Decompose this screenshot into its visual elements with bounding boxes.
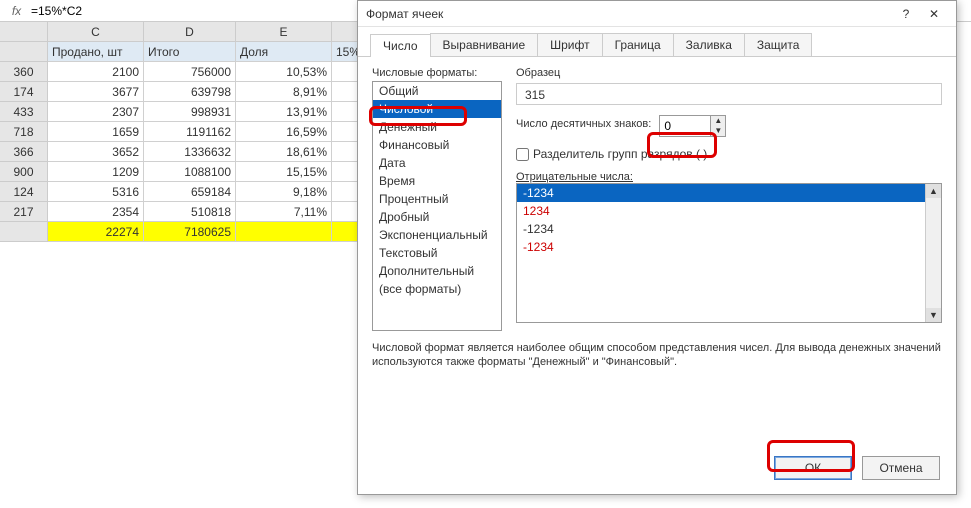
cell[interactable]: 18,61% bbox=[236, 142, 332, 162]
cell[interactable]: 22274 bbox=[48, 222, 144, 242]
format-cells-dialog: Формат ячеек ? ✕ Число Выравнивание Шриф… bbox=[357, 0, 957, 495]
cell[interactable]: 9,18% bbox=[236, 182, 332, 202]
cat-date[interactable]: Дата bbox=[373, 154, 501, 172]
tab-protection[interactable]: Защита bbox=[744, 33, 813, 56]
negative-numbers-list[interactable]: -1234 1234 -1234 -1234 ▲ ▼ bbox=[516, 183, 942, 323]
cell[interactable]: 15,15% bbox=[236, 162, 332, 182]
tab-font[interactable]: Шрифт bbox=[537, 33, 602, 56]
scrollbar[interactable]: ▲ ▼ bbox=[925, 184, 941, 322]
cell[interactable]: 5316 bbox=[48, 182, 144, 202]
cell[interactable]: 1336632 bbox=[144, 142, 236, 162]
cell[interactable]: 756000 bbox=[144, 62, 236, 82]
row-head[interactable]: 433 bbox=[0, 102, 48, 122]
row-head[interactable]: 174 bbox=[0, 82, 48, 102]
cell[interactable] bbox=[236, 222, 332, 242]
scroll-down-icon[interactable]: ▼ bbox=[926, 308, 941, 322]
help-button[interactable]: ? bbox=[892, 4, 920, 24]
select-all-corner[interactable] bbox=[0, 22, 48, 42]
dialog-tabstrip: Число Выравнивание Шрифт Граница Заливка… bbox=[358, 27, 956, 57]
decimals-label: Число десятичных знаков: bbox=[516, 118, 651, 130]
row-head[interactable]: 366 bbox=[0, 142, 48, 162]
neg-item[interactable]: -1234 bbox=[517, 220, 941, 238]
dialog-titlebar[interactable]: Формат ячеек ? ✕ bbox=[358, 1, 956, 27]
ok-button[interactable]: ОК bbox=[774, 456, 852, 480]
cat-special[interactable]: Дополнительный bbox=[373, 262, 501, 280]
cell[interactable]: 1209 bbox=[48, 162, 144, 182]
cat-time[interactable]: Время bbox=[373, 172, 501, 190]
fx-icon[interactable]: fx bbox=[0, 4, 25, 18]
cat-percent[interactable]: Процентный bbox=[373, 190, 501, 208]
spin-up-icon[interactable]: ▲ bbox=[711, 116, 725, 126]
neg-item[interactable]: -1234 bbox=[517, 184, 941, 202]
cell[interactable]: 1659 bbox=[48, 122, 144, 142]
tab-alignment[interactable]: Выравнивание bbox=[430, 33, 539, 56]
category-list[interactable]: Общий Числовой Денежный Финансовый Дата … bbox=[372, 81, 502, 331]
cell[interactable]: 510818 bbox=[144, 202, 236, 222]
cell[interactable]: 3677 bbox=[48, 82, 144, 102]
col-e-header[interactable]: E bbox=[236, 22, 332, 42]
cat-fraction[interactable]: Дробный bbox=[373, 208, 501, 226]
cell[interactable]: 2307 bbox=[48, 102, 144, 122]
decimals-spinner[interactable]: ▲ ▼ bbox=[659, 115, 726, 137]
cat-custom[interactable]: (все форматы) bbox=[373, 280, 501, 298]
row-head[interactable] bbox=[0, 222, 48, 242]
col-d-header[interactable]: D bbox=[144, 22, 236, 42]
cell[interactable]: 16,59% bbox=[236, 122, 332, 142]
cell[interactable]: 659184 bbox=[144, 182, 236, 202]
cell[interactable]: 2100 bbox=[48, 62, 144, 82]
cat-accounting[interactable]: Финансовый bbox=[373, 136, 501, 154]
dialog-title: Формат ячеек bbox=[366, 7, 892, 21]
format-description: Числовой формат является наиболее общим … bbox=[358, 341, 956, 370]
cell[interactable]: 13,91% bbox=[236, 102, 332, 122]
row-head[interactable]: 718 bbox=[0, 122, 48, 142]
cell[interactable]: 10,53% bbox=[236, 62, 332, 82]
cat-text[interactable]: Текстовый bbox=[373, 244, 501, 262]
cell[interactable]: 998931 bbox=[144, 102, 236, 122]
row-head[interactable]: 124 bbox=[0, 182, 48, 202]
decimals-input[interactable] bbox=[660, 117, 710, 135]
sample-value: 315 bbox=[516, 83, 942, 105]
cell[interactable]: 3652 bbox=[48, 142, 144, 162]
tab-border[interactable]: Граница bbox=[602, 33, 674, 56]
cell[interactable]: Доля bbox=[236, 42, 332, 62]
cell[interactable]: Итого bbox=[144, 42, 236, 62]
thousands-separator-checkbox[interactable] bbox=[516, 148, 529, 161]
col-c-header[interactable]: C bbox=[48, 22, 144, 42]
cell[interactable]: 7180625 bbox=[144, 222, 236, 242]
cell[interactable]: 1191162 bbox=[144, 122, 236, 142]
category-label: Числовые форматы: bbox=[372, 67, 502, 79]
row-head[interactable]: 217 bbox=[0, 202, 48, 222]
spin-down-icon[interactable]: ▼ bbox=[711, 126, 725, 136]
sample-label: Образец bbox=[516, 67, 942, 79]
cat-scientific[interactable]: Экспоненциальный bbox=[373, 226, 501, 244]
cat-number[interactable]: Числовой bbox=[373, 100, 501, 118]
tab-fill[interactable]: Заливка bbox=[673, 33, 745, 56]
cell[interactable]: 7,11% bbox=[236, 202, 332, 222]
cancel-button[interactable]: Отмена bbox=[862, 456, 940, 480]
cell[interactable]: 2354 bbox=[48, 202, 144, 222]
neg-item[interactable]: 1234 bbox=[517, 202, 941, 220]
cell[interactable]: 639798 bbox=[144, 82, 236, 102]
scroll-up-icon[interactable]: ▲ bbox=[926, 184, 941, 198]
close-button[interactable]: ✕ bbox=[920, 4, 948, 24]
thousands-separator-label: Разделитель групп разрядов ( ) bbox=[533, 147, 707, 161]
row-head[interactable] bbox=[0, 42, 48, 62]
cat-general[interactable]: Общий bbox=[373, 82, 501, 100]
cat-currency[interactable]: Денежный bbox=[373, 118, 501, 136]
row-head[interactable]: 360 bbox=[0, 62, 48, 82]
cell[interactable]: 1088100 bbox=[144, 162, 236, 182]
cell[interactable]: Продано, шт bbox=[48, 42, 144, 62]
cell[interactable]: 8,91% bbox=[236, 82, 332, 102]
tab-number[interactable]: Число bbox=[370, 34, 431, 57]
neg-item[interactable]: -1234 bbox=[517, 238, 941, 256]
row-head[interactable]: 900 bbox=[0, 162, 48, 182]
negative-numbers-label: Отрицательные числа: bbox=[516, 171, 942, 183]
